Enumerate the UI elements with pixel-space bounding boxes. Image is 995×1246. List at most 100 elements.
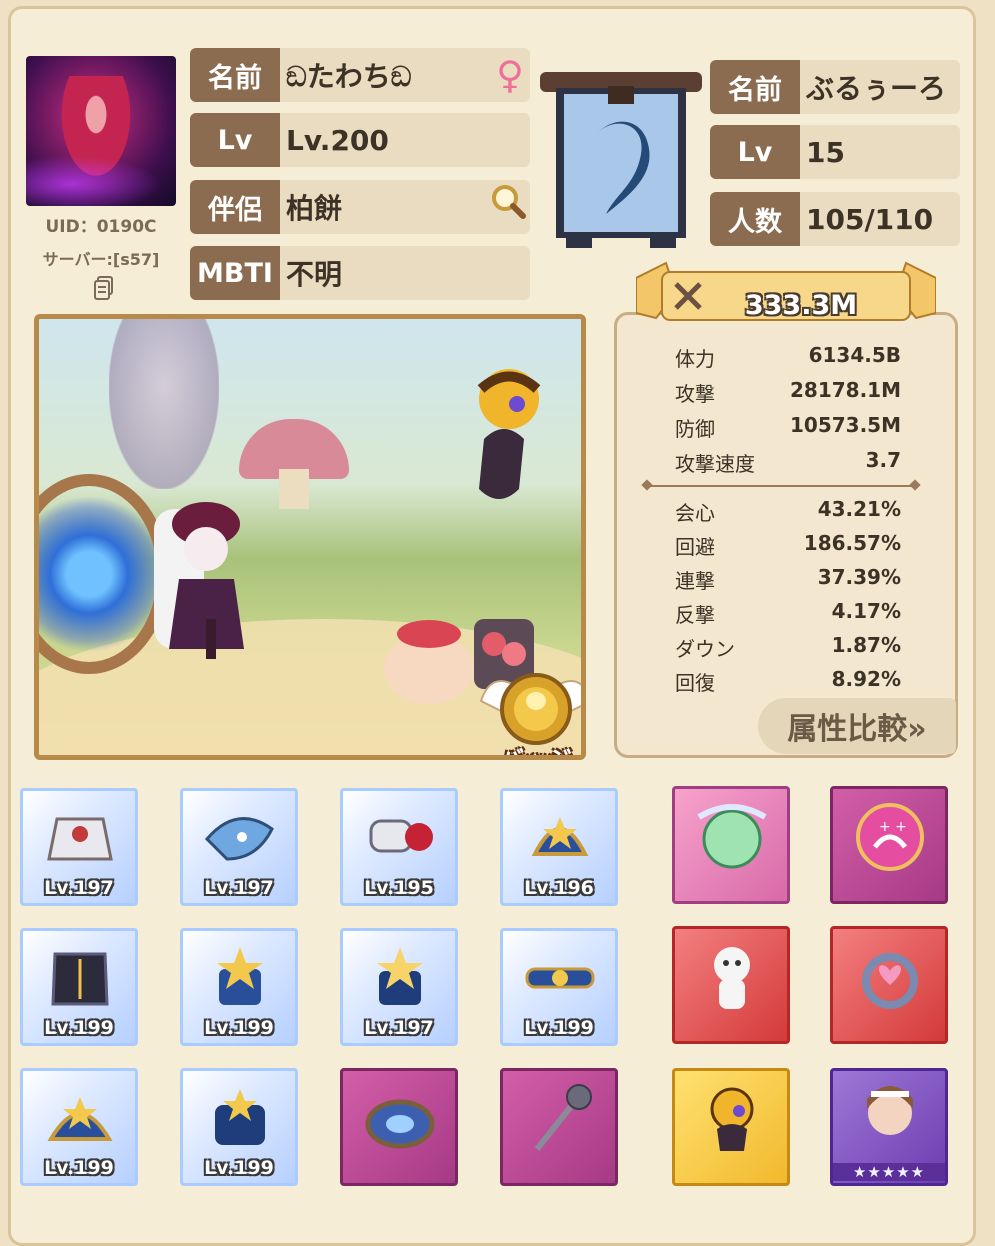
female-icon: ♀ — [496, 53, 524, 97]
guild-name-row: 名前 ぶるぅーろ — [710, 60, 960, 114]
equipment-slot[interactable]: Lv.197 — [20, 788, 138, 906]
player-partner-row: 伴侶 柏餅 — [190, 180, 530, 234]
player-mbti-value: 不明 — [280, 246, 530, 300]
star-pauldron-icon — [47, 1097, 113, 1141]
stat-value: 43.21% — [817, 497, 901, 521]
stat-row: 攻撃 28178.1M — [675, 378, 901, 410]
skill-slot[interactable]: + + — [830, 786, 948, 904]
guild-level-label: Lv — [710, 125, 800, 179]
pet-slot[interactable] — [672, 1068, 790, 1186]
equipment-slot[interactable]: Lv.199 — [180, 928, 298, 1046]
guild-banner-icon[interactable] — [536, 64, 706, 254]
stat-row: 攻撃速度 3.7 — [675, 448, 901, 480]
equipment-level: Lv.199 — [204, 1157, 274, 1179]
stats-divider — [647, 485, 915, 491]
stat-row: 反撃 4.17% — [675, 599, 901, 631]
stats-panel: 体力 6134.5B 攻撃 28178.1M 防御 10573.5M 攻撃速度 3.7 会心 4… — [614, 312, 958, 758]
portal-ring-icon — [365, 1099, 435, 1149]
stat-name: 会心 — [675, 501, 715, 525]
combat-power: 333.3M — [744, 289, 858, 321]
character-card-slot[interactable]: ★★★★★ — [830, 1068, 948, 1186]
stat-name: 回復 — [675, 671, 715, 695]
star-helmet-icon — [531, 817, 589, 856]
relic-slot[interactable] — [672, 786, 790, 904]
stat-row: 回避 186.57% — [675, 531, 901, 563]
stat-row: 体力 6134.5B — [675, 343, 901, 375]
accessory-slot[interactable] — [830, 926, 948, 1044]
stat-name: 攻撃 — [675, 382, 715, 406]
player-mbti-row: MBTI 不明 — [190, 246, 530, 300]
guild-members-label: 人数 — [710, 192, 800, 246]
equipment-slot[interactable]: Lv.197 — [180, 788, 298, 906]
white-cat-icon — [714, 947, 750, 1009]
rose-gauntlet-icon — [369, 819, 433, 853]
star-gloves-icon — [377, 947, 423, 1005]
stat-value: 1.87% — [831, 633, 901, 657]
player-avatar[interactable] — [26, 56, 176, 206]
equipment-slot[interactable]: Lv.196 — [500, 788, 618, 906]
pet-slot[interactable] — [672, 926, 790, 1044]
stat-row: 連撃 37.39% — [675, 565, 901, 597]
stat-row: 回復 8.92% — [675, 667, 901, 699]
stat-name: 連撃 — [675, 569, 715, 593]
character-scene: バッジ — [34, 314, 586, 760]
svg-text:+ +: + + — [879, 819, 907, 835]
stat-value: 3.7 — [865, 448, 901, 472]
stat-name: 反撃 — [675, 603, 715, 627]
healing-hands-icon: + + — [856, 803, 924, 871]
equipment-slot[interactable]: Lv.199 — [20, 928, 138, 1046]
equipment-level: Lv.199 — [44, 1157, 114, 1179]
stat-row: 会心 43.21% — [675, 497, 901, 529]
avatar-glow — [26, 151, 176, 206]
equipment-slot[interactable]: Lv.195 — [340, 788, 458, 906]
player-partner-label: 伴侶 — [190, 180, 280, 234]
equipment-level: Lv.197 — [204, 877, 274, 899]
badge-label: バッジ — [500, 746, 572, 760]
stat-row: ダウン 1.87% — [675, 633, 901, 665]
weapon-slot[interactable] — [500, 1068, 618, 1186]
badge-button[interactable]: バッジ — [471, 661, 581, 760]
stat-name: ダウン — [675, 637, 735, 661]
equipment-level: Lv.195 — [364, 877, 434, 899]
guild-level-row: Lv 15 — [710, 125, 960, 179]
player-mbti-label: MBTI — [190, 246, 280, 300]
fish-icon — [204, 817, 274, 861]
guild-level-value: 15 — [800, 125, 960, 179]
player-server: サーバー:[s57] — [42, 250, 160, 269]
star-belt-icon — [525, 967, 595, 989]
background-tower — [109, 319, 219, 489]
armor-icon — [47, 817, 113, 861]
player-level-row: Lv Lv.200 — [190, 113, 530, 167]
equipment-level: Lv.197 — [364, 1017, 434, 1039]
player-level-label: Lv — [190, 113, 280, 167]
green-orb-icon — [697, 804, 767, 869]
stat-value: 8.92% — [831, 667, 901, 691]
equipment-level: Lv.196 — [524, 877, 594, 899]
heart-ring-icon — [862, 953, 918, 1009]
background-mushroom-stem — [279, 469, 309, 509]
equipment-level: Lv.199 — [204, 1017, 274, 1039]
equipment-slot[interactable]: Lv.197 — [340, 928, 458, 1046]
character-sprite — [154, 502, 244, 659]
equipment-slot[interactable]: Lv.199 — [500, 928, 618, 1046]
stat-name: 体力 — [675, 347, 715, 371]
stat-value: 186.57% — [803, 531, 901, 555]
compare-attributes-button[interactable]: 属性比較» — [758, 698, 956, 754]
search-icon[interactable] — [488, 182, 528, 222]
copy-icon[interactable] — [93, 275, 115, 301]
stat-row: 防御 10573.5M — [675, 413, 901, 445]
equipment-level: Lv.197 — [44, 877, 114, 899]
stat-value: 10573.5M — [790, 413, 901, 437]
equipment-slot[interactable]: Lv.199 — [20, 1068, 138, 1186]
equipment-slot[interactable]: Lv.199 — [180, 1068, 298, 1186]
equipment-slot[interactable] — [340, 1068, 458, 1186]
stat-name: 回避 — [675, 535, 715, 559]
stat-name: 攻撃速度 — [675, 452, 755, 476]
stat-name: 防御 — [675, 417, 715, 441]
stat-value: 28178.1M — [790, 378, 901, 402]
guild-members-row: 人数 105/110 — [710, 192, 960, 246]
player-uid: UID：0190C — [45, 217, 157, 237]
stat-value: 6134.5B — [808, 343, 901, 367]
guild-name-label: 名前 — [710, 60, 800, 114]
star-necklace-icon — [215, 1089, 265, 1145]
